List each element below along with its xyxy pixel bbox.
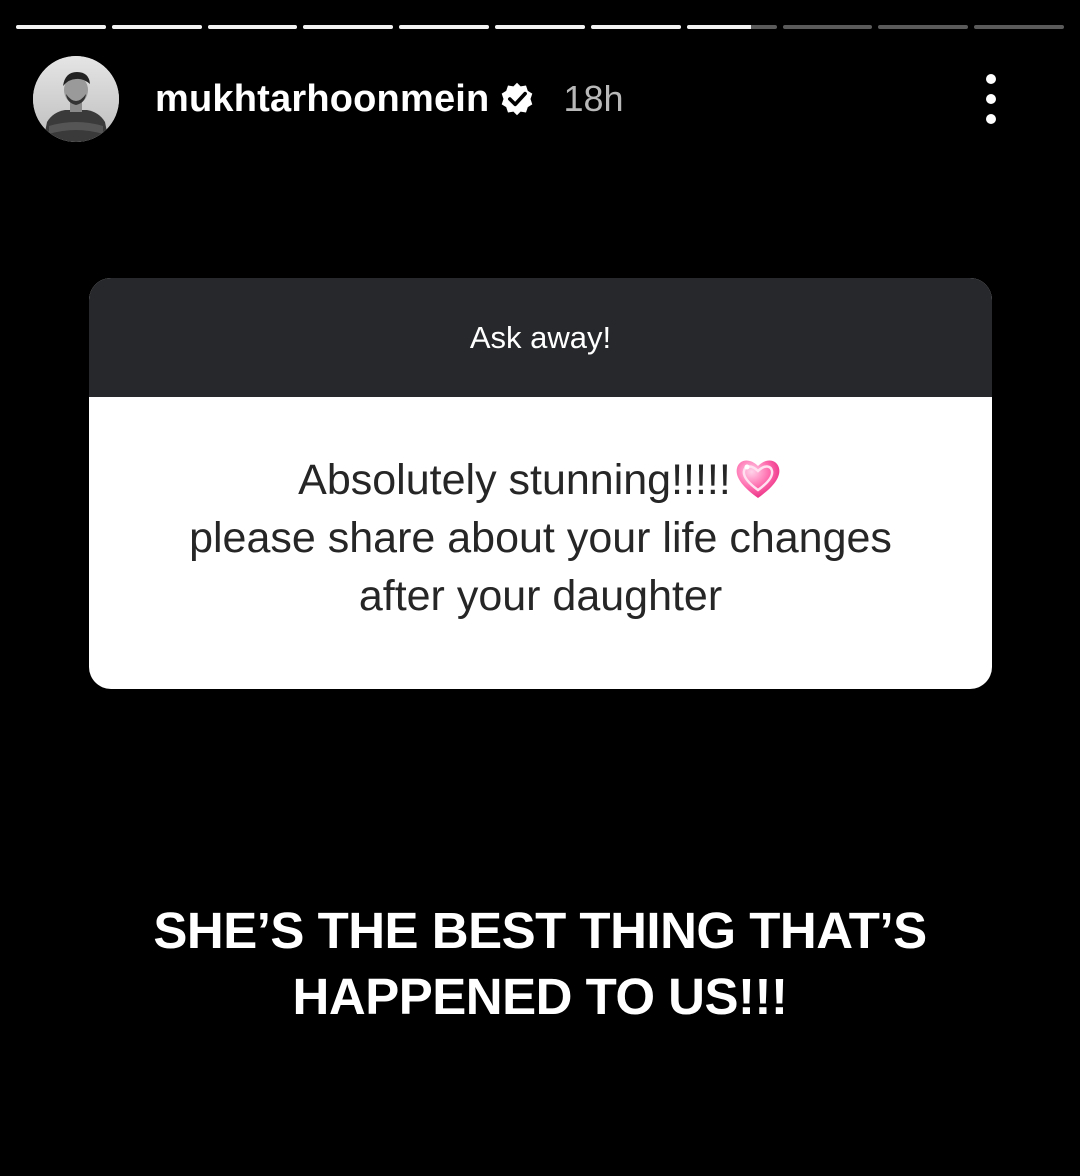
story-progress-fill bbox=[303, 25, 394, 29]
story-progress-fill bbox=[16, 25, 106, 29]
post-time: 18h bbox=[563, 78, 624, 119]
story-progress-fill bbox=[686, 25, 752, 29]
story-progress-fill bbox=[495, 25, 585, 29]
story-header: mukhtarhoonmein 18h bbox=[33, 56, 1050, 142]
answer-text: SHE’S THE BEST THING THAT’S HAPPENED TO … bbox=[0, 898, 1080, 1030]
verified-badge-icon bbox=[499, 81, 535, 117]
answer-line-1: SHE’S THE BEST THING THAT’S bbox=[153, 902, 927, 959]
story-progress-fill bbox=[111, 25, 202, 29]
question-sticker[interactable]: Ask away! Absolutely stunning!!!!! pleas… bbox=[89, 278, 992, 689]
story-progress-segment bbox=[111, 25, 202, 29]
question-line-3: after your daughter bbox=[358, 572, 723, 620]
story-progress-fill bbox=[590, 25, 681, 29]
more-dot bbox=[986, 114, 996, 124]
story-progress-segment bbox=[590, 25, 681, 29]
story-progress-segment bbox=[399, 25, 490, 29]
story-progress-segment bbox=[782, 25, 873, 29]
question-line-1-text: Absolutely stunning!!!!! bbox=[298, 456, 731, 504]
answer-line-2: HAPPENED TO US!!! bbox=[292, 968, 788, 1025]
story-progress-segment bbox=[878, 25, 969, 29]
story-progress-fill bbox=[399, 25, 490, 29]
avatar[interactable] bbox=[33, 56, 119, 142]
question-text: Absolutely stunning!!!!! please share ab bbox=[89, 397, 992, 689]
story-progress-segment bbox=[495, 25, 585, 29]
story-progress-bar bbox=[16, 25, 1064, 29]
story-progress-segment bbox=[207, 25, 298, 29]
story-progress-segment bbox=[974, 25, 1064, 29]
more-vertical-icon[interactable] bbox=[984, 74, 998, 124]
question-line-2: please share about your life changes bbox=[189, 514, 892, 562]
question-prompt: Ask away! bbox=[89, 278, 992, 397]
story-progress-fill bbox=[207, 25, 298, 29]
story-progress-segment bbox=[16, 25, 106, 29]
story-progress-segment bbox=[303, 25, 394, 29]
question-line-1: Absolutely stunning!!!!! bbox=[298, 451, 783, 509]
more-dot bbox=[986, 74, 996, 84]
username[interactable]: mukhtarhoonmein bbox=[155, 78, 489, 121]
story-progress-segment bbox=[686, 25, 777, 29]
sparkling-heart-icon bbox=[733, 454, 783, 502]
more-dot bbox=[986, 94, 996, 104]
